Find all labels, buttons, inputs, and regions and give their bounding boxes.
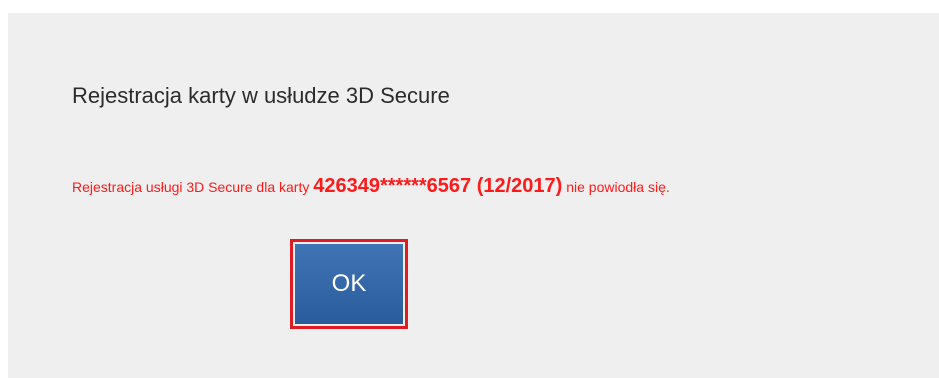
error-message: Rejestracja usługi 3D Secure dla karty 4…	[72, 175, 670, 198]
ok-button[interactable]: OK	[295, 244, 403, 324]
error-message-prefix: Rejestracja usługi 3D Secure dla karty	[72, 179, 314, 195]
dialog-panel: Rejestracja karty w usłudze 3D Secure Re…	[8, 13, 939, 378]
ok-button-highlight: OK	[290, 239, 408, 329]
error-message-suffix: nie powiodła się.	[562, 179, 670, 195]
dialog-title: Rejestracja karty w usłudze 3D Secure	[72, 83, 450, 108]
card-number: 426349******6567 (12/2017)	[313, 175, 563, 197]
